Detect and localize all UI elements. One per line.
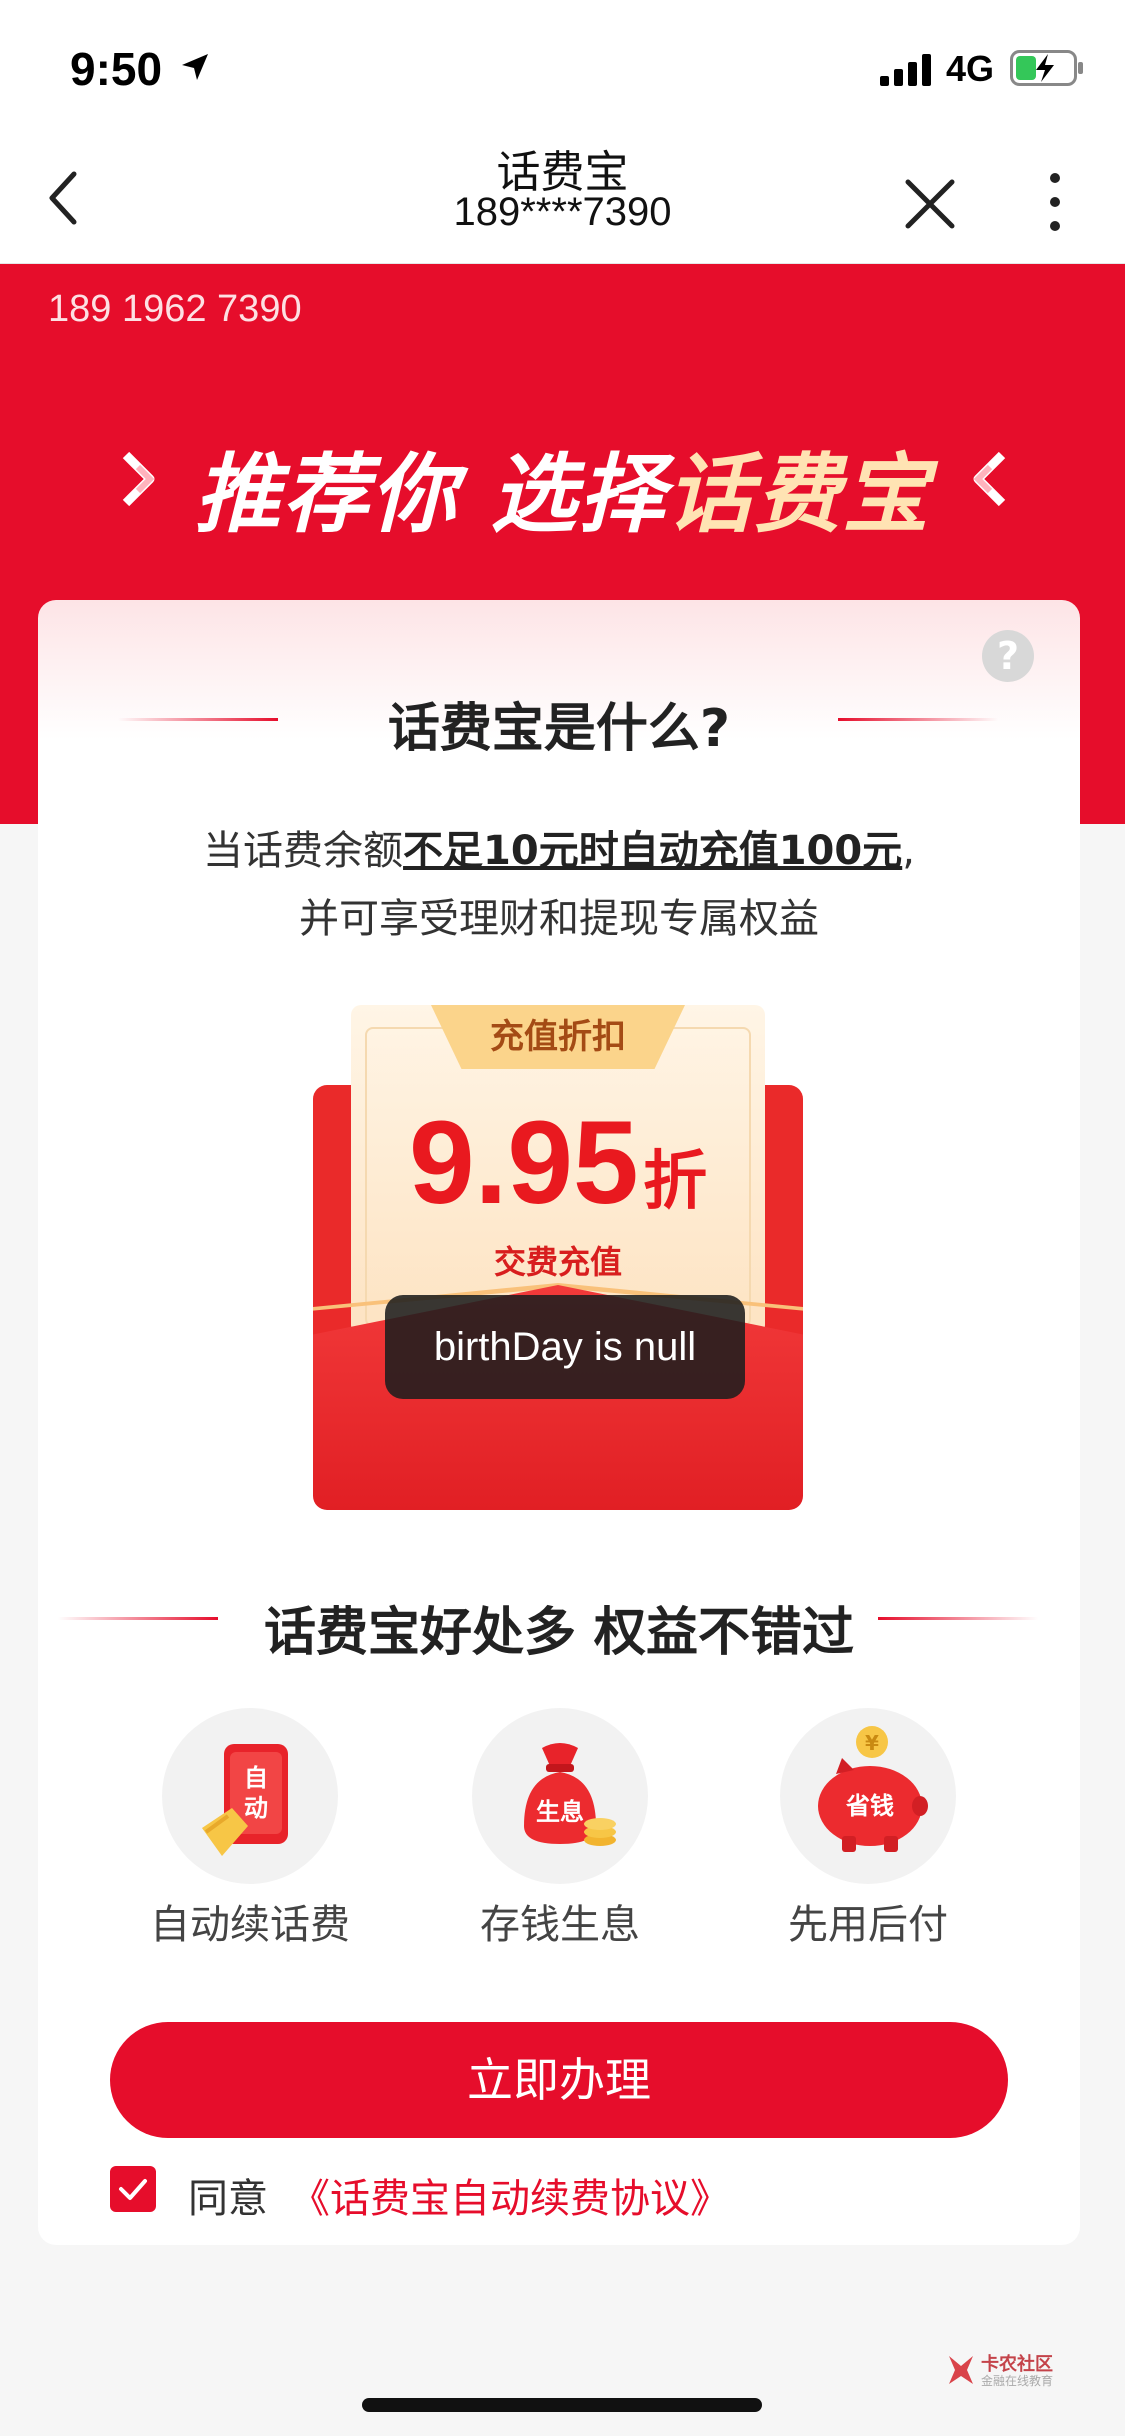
benefit-pay-later: ¥ 省钱 先用后付 xyxy=(758,1708,978,1950)
network-label: 4G xyxy=(946,48,995,89)
more-icon[interactable] xyxy=(1040,170,1070,234)
agreement-link[interactable]: 《话费宝自动续费协议》 xyxy=(290,2166,730,2224)
agree-label: 同意 xyxy=(188,2176,268,2222)
benefit-auto-renew: 自 动 自动续话费 xyxy=(140,1708,360,1950)
discount-tag: 充值折扣 xyxy=(431,1005,685,1069)
apply-now-button[interactable]: 立即办理 xyxy=(110,2022,1008,2138)
benefit-icon-bg: 自 动 xyxy=(162,1708,338,1884)
desc-prefix: 当话费余额 xyxy=(203,828,404,874)
auto-icon-char-1: 自 xyxy=(244,1764,268,1792)
discount-number: 9.95 xyxy=(408,1097,639,1229)
auto-renew-phone-icon: 自 动 xyxy=(202,1744,288,1856)
info-card: ? 话费宝是什么? 当话费余额不足10元时自动充值100元, 并可享受理财和提现… xyxy=(38,600,1080,2245)
home-indicator[interactable] xyxy=(362,2398,762,2412)
benefit-icon-bg: 生息 xyxy=(472,1708,648,1884)
status-bar: 9:50 4G xyxy=(0,0,1125,130)
hero-title-highlight: 话费宝 xyxy=(666,445,931,545)
money-bag-icon: 生息 xyxy=(524,1743,616,1846)
close-icon[interactable] xyxy=(900,174,960,234)
battery-charging-icon xyxy=(1010,50,1083,86)
divider xyxy=(878,1617,1038,1620)
nav-bar: 话费宝 189****7390 xyxy=(0,130,1125,264)
discount-value: 9.95 折 xyxy=(351,1095,765,1231)
checkmark-icon xyxy=(119,2179,147,2200)
help-icon[interactable]: ? xyxy=(982,630,1034,682)
double-chevron-left-icon xyxy=(973,451,1006,507)
savings-icon-text: 生息 xyxy=(536,1798,584,1826)
status-time: 9:50 xyxy=(70,43,163,95)
section-title-what: 话费宝是什么? xyxy=(387,699,731,759)
watermark: 卡农社区 金融在线教育 xyxy=(945,2350,1075,2390)
phone-number: 189 1962 7390 xyxy=(48,288,302,330)
coin-symbol: ¥ xyxy=(865,1731,879,1755)
watermark-subtext: 金融在线教育 xyxy=(981,2374,1054,2388)
desc-suffix: , xyxy=(902,828,915,874)
benefit-label: 存钱生息 xyxy=(480,1902,640,1948)
location-arrow-icon xyxy=(182,54,208,80)
auto-icon-char-2: 动 xyxy=(244,1794,268,1822)
toast-message: birthDay is null xyxy=(385,1295,745,1399)
discount-unit: 折 xyxy=(643,1145,708,1219)
description-line-1: 当话费余额不足10元时自动充值100元, xyxy=(38,818,1080,876)
description-line-2: 并可享受理财和提现专属权益 xyxy=(299,896,819,942)
discount-subtitle: 交费充值 xyxy=(493,1243,622,1281)
hero-title-main: 推荐你 选择 xyxy=(194,445,667,545)
benefit-label: 先用后付 xyxy=(788,1902,948,1948)
benefit-icon-bg: ¥ 省钱 xyxy=(780,1708,956,1884)
pay-later-icon-text: 省钱 xyxy=(845,1792,894,1820)
benefit-label: 自动续话费 xyxy=(150,1902,350,1948)
agree-checkbox[interactable] xyxy=(110,2166,156,2212)
piggy-bank-icon: ¥ 省钱 xyxy=(818,1726,928,1852)
section-title-benefits: 话费宝好处多 权益不错过 xyxy=(263,1603,855,1663)
red-envelope-illustration: 充值折扣 9.95 折 交费充值 xyxy=(313,1005,803,1510)
watermark-logo xyxy=(949,2356,973,2384)
divider xyxy=(838,718,998,721)
desc-highlight: 不足10元时自动充值100元 xyxy=(403,828,903,874)
hero-title: 推荐你 选择话费宝 xyxy=(0,424,1125,549)
benefit-savings: 生息 存钱生息 xyxy=(450,1708,670,1950)
signal-icon xyxy=(880,54,931,86)
